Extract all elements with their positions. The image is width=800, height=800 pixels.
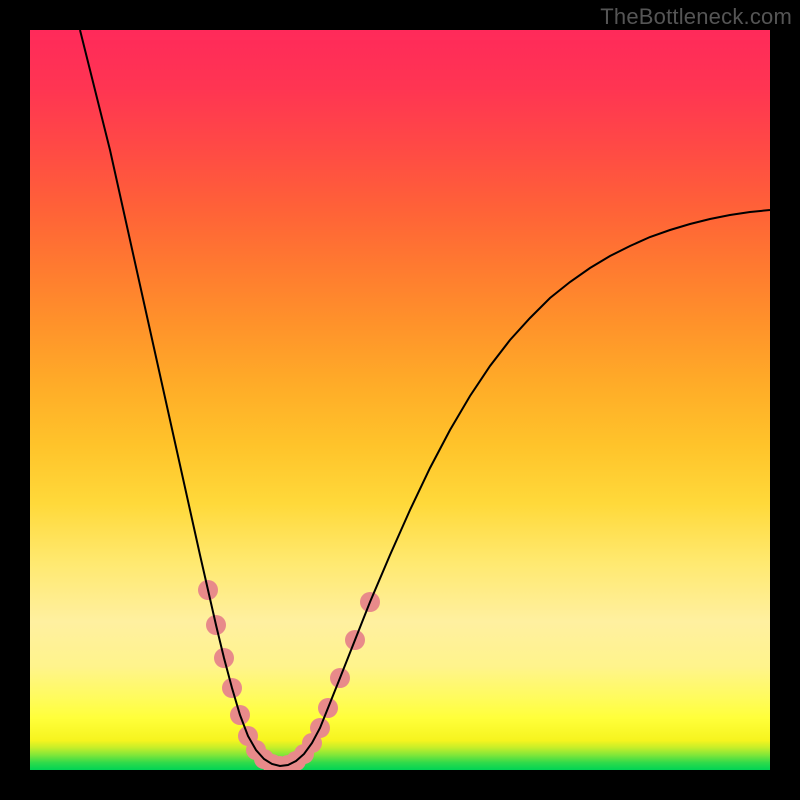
chart-svg	[30, 30, 770, 770]
plot-area	[30, 30, 770, 770]
v-curve	[80, 30, 770, 766]
chart-frame: TheBottleneck.com	[0, 0, 800, 800]
dots-layer	[198, 580, 380, 770]
watermark-text: TheBottleneck.com	[600, 4, 792, 30]
